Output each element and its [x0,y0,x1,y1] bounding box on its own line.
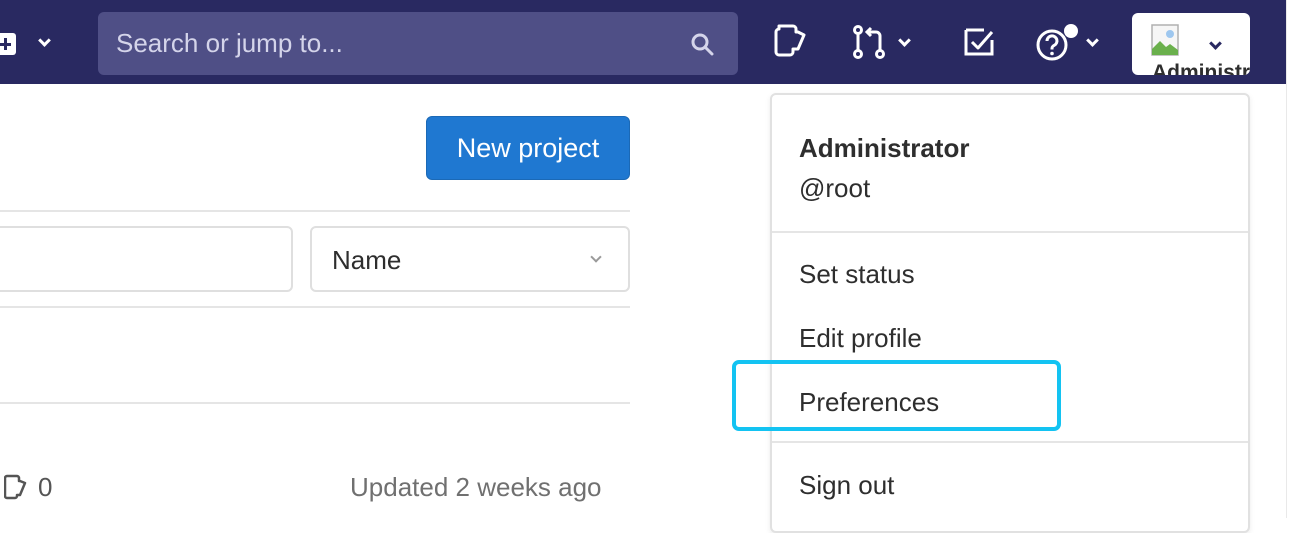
issues-small-icon [4,474,27,500]
highlight-box [732,360,1061,431]
user-dropdown-menu: Administrator @root Set status Edit prof… [770,93,1250,533]
divider [0,306,630,308]
issues-count: 0 [38,472,53,502]
chevron-down-icon[interactable] [1086,34,1099,47]
todo-icon[interactable] [960,22,1000,62]
updated-timestamp: Updated 2 weeks ago [350,472,602,502]
chevron-down-icon[interactable] [898,34,911,47]
user-handle: @root [799,173,871,203]
divider [0,210,630,212]
chevron-down-icon [38,34,51,47]
merge-request-icon[interactable] [850,22,890,62]
plus-square-icon [0,33,16,55]
filter-input[interactable] [0,226,293,292]
search-box[interactable] [98,12,738,75]
divider [0,402,630,404]
set-status-item[interactable]: Set status [799,259,915,290]
search-icon[interactable] [690,32,714,56]
scrollbar-gutter [1286,0,1310,518]
chevron-down-icon [590,251,602,263]
user-avatar-button[interactable]: Administrator [1132,13,1250,75]
sort-dropdown[interactable]: Name [310,226,630,292]
chevron-down-icon [1209,37,1222,50]
top-navbar: Administrator [0,0,1286,84]
edit-profile-item[interactable]: Edit profile [799,323,922,354]
user-name: Administrator [799,133,970,163]
notification-dot [1064,24,1078,38]
search-input[interactable] [98,12,696,75]
menu-divider [772,231,1248,233]
new-dropdown-button[interactable] [0,30,60,60]
broken-image-icon [1151,24,1179,56]
sort-selected-label: Name [332,245,402,275]
menu-divider [772,441,1248,443]
sign-out-item[interactable]: Sign out [799,470,894,501]
new-project-button[interactable]: New project [426,116,630,180]
issues-icon[interactable] [772,22,812,62]
avatar-alt-text: Administrator [1152,61,1250,75]
